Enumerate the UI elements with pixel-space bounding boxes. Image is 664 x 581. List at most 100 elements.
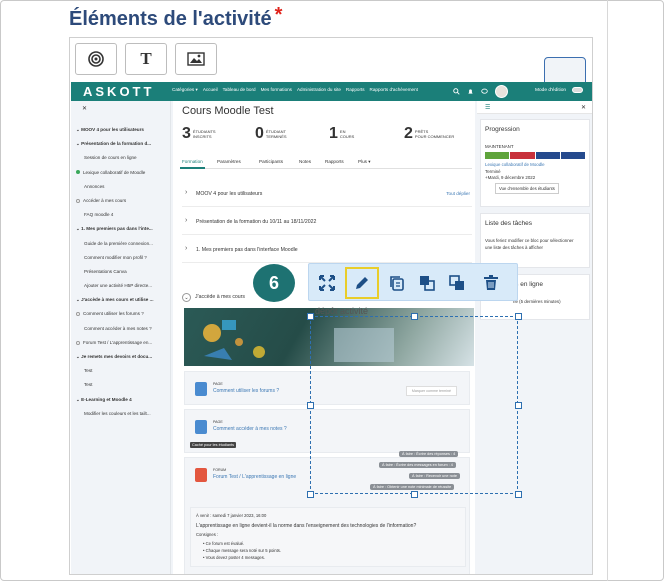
course-index-label: Comment utiliser les forums ?: [83, 311, 144, 317]
required-marker: *: [274, 4, 283, 26]
stat-label: ÉTUDIANT TERMINÉS: [266, 129, 287, 139]
resize-handle[interactable]: [515, 313, 522, 320]
image-tool-button[interactable]: [175, 43, 217, 75]
close-icon[interactable]: ✕: [581, 104, 586, 111]
tab-notes[interactable]: Notes: [299, 159, 311, 164]
course-index-item[interactable]: Accéder à mes cours: [76, 194, 170, 208]
divider: [607, 0, 608, 581]
menu-completion-reports[interactable]: Rapports d'achèvement: [370, 87, 418, 93]
edit-button[interactable]: [345, 267, 379, 299]
chevron-right-icon[interactable]: ›: [185, 245, 187, 252]
course-section[interactable]: › MOOV 4 pour les utilisateurs Tout déplie…: [182, 180, 472, 207]
activity-link[interactable]: Comment accéder à mes notes ?: [213, 426, 287, 432]
menu-home[interactable]: Accueil: [203, 87, 218, 93]
main-menu: Catégories ▾ Accueil Tableau de bord Mes…: [172, 87, 418, 93]
activity-link[interactable]: Forum Test / L'apprentissage en ligne: [213, 474, 296, 480]
menu-reports[interactable]: Rapports: [346, 87, 365, 93]
course-index-item[interactable]: Ajouter une activité H5P directe...: [76, 279, 170, 293]
nav-icons: [453, 85, 508, 98]
course-index-item[interactable]: ⌄ Présentation de la formation d...: [76, 137, 170, 151]
course-index-label: MOOV 4 pour les utilisateurs: [81, 127, 144, 132]
course-index-item[interactable]: Comment utiliser les forums ?: [76, 307, 170, 321]
menu-icon[interactable]: ☰: [485, 104, 490, 111]
forum-icon: [195, 468, 207, 482]
stat-label-line2: INSCRITS: [192, 134, 212, 139]
course-index-label: FAQ moodle 4: [84, 212, 114, 218]
course-index-item[interactable]: Guide de la première connexion...: [76, 237, 170, 251]
course-index-label: Modifier les couleurs et les tailt...: [84, 410, 151, 416]
stat-number: 2: [404, 125, 413, 142]
avatar[interactable]: [495, 85, 508, 98]
tab-plus[interactable]: Plus ▾: [358, 159, 371, 165]
tab-rapports[interactable]: Rapports: [325, 159, 344, 164]
course-index-item[interactable]: ⌄ 1. Mes premiers pas dans l'inte...: [76, 222, 170, 236]
delete-button[interactable]: [479, 264, 503, 302]
tab-parametres[interactable]: Paramètres: [217, 159, 241, 164]
overview-button[interactable]: Vue d'ensemble des étudiants: [495, 183, 559, 194]
stat-number: 3: [182, 125, 191, 142]
course-index-item[interactable]: ⌄ MOOV 4 pour les utilisateurs: [76, 123, 170, 137]
forum-bullet: • Ce forum est évalué.: [203, 541, 245, 546]
chevron-right-icon[interactable]: ›: [185, 189, 187, 196]
course-index-item[interactable]: Comment modifier mon profil ?: [76, 251, 170, 265]
menu-categories[interactable]: Catégories ▾: [172, 87, 198, 93]
resize-handle[interactable]: [411, 491, 418, 498]
block-text: Vous feriez modifier ce bloc pour sélect…: [485, 238, 574, 243]
requirement-sticker: À faire : Écrire des messages en forum :…: [379, 462, 456, 468]
tab-formation[interactable]: Formation: [180, 159, 205, 169]
course-index-item[interactable]: Comment accéder à mes notes ?: [76, 322, 170, 336]
expand-all-link[interactable]: Tout déplier: [446, 191, 470, 196]
course-index-item[interactable]: Session de cours en ligne: [76, 151, 170, 165]
course-index-label: Forum Test / L'apprentissage en...: [83, 339, 153, 345]
date-label: +Mardi, 9 décembre 2022: [485, 175, 536, 180]
menu-dashboard[interactable]: Tableau de bord: [223, 87, 256, 93]
stat-label-line2: COURS: [339, 134, 355, 139]
duplicate-button[interactable]: [385, 264, 409, 302]
resize-handle[interactable]: [307, 491, 314, 498]
activity-link[interactable]: Comment utiliser les forums ?: [213, 388, 279, 394]
course-index-item[interactable]: ⌄ E-Learning et Moodle 4: [76, 393, 170, 407]
edit-mode-toggle[interactable]: [572, 87, 583, 93]
resize-handle[interactable]: [307, 402, 314, 409]
resize-button[interactable]: [315, 264, 339, 302]
course-index-item[interactable]: Test: [76, 364, 170, 378]
course-index-item[interactable]: Lexique collaboratif de Moodle: [76, 166, 170, 180]
tab-participants[interactable]: Participants: [259, 159, 283, 164]
forum-bullet-text: Chaque message sera noté sur 5 points.: [205, 548, 282, 553]
menu-my-courses[interactable]: Mes formations: [261, 87, 292, 93]
chevron-down-icon[interactable]: ⌄: [182, 293, 191, 302]
course-index-item[interactable]: FAQ moodle 4: [76, 208, 170, 222]
resize-handle[interactable]: [411, 313, 418, 320]
activity-type: FORUM: [213, 468, 227, 472]
hotspot-tool-button[interactable]: [75, 43, 117, 75]
resize-handle[interactable]: [515, 402, 522, 409]
forum-description: À venir : samedi 7 janvier 2023, 16:00 L…: [190, 507, 466, 567]
resize-handle[interactable]: [515, 491, 522, 498]
course-tabs: Formation Paramètres Participants Notes …: [180, 157, 472, 169]
chat-icon[interactable]: [481, 88, 488, 95]
course-index-label: Comment modifier mon profil ?: [84, 254, 147, 260]
course-section[interactable]: › 1. Mes premiers pas dans l'interface Mo…: [182, 236, 472, 263]
bell-icon[interactable]: [467, 88, 474, 95]
course-section[interactable]: › Présentation de la formation du 10/11 a…: [182, 208, 472, 235]
course-index-label: Guide de la première connexion...: [84, 240, 153, 246]
course-index-item[interactable]: Présentations Canva: [76, 265, 170, 279]
course-index-item[interactable]: Forum Test / L'apprentissage en...: [76, 336, 170, 350]
chevron-right-icon[interactable]: ›: [185, 217, 187, 224]
close-icon[interactable]: ✕: [82, 105, 87, 112]
course-index-item[interactable]: Annonces: [76, 180, 170, 194]
menu-site-admin[interactable]: Administration du site: [297, 87, 341, 93]
course-index-item[interactable]: Test: [76, 378, 170, 392]
send-backward-button[interactable]: [445, 264, 469, 302]
activity-link[interactable]: Lexique collaboratif de Moodle: [485, 162, 545, 167]
course-index-item[interactable]: ⌄ J'accède à mes cours et utilise ...: [76, 293, 170, 307]
resize-handle[interactable]: [307, 313, 314, 320]
bring-forward-button[interactable]: [415, 264, 439, 302]
course-index-item[interactable]: ⌄ Je remets mes devoirs et docu...: [76, 350, 170, 364]
course-index-item[interactable]: Modifier les couleurs et les tailt...: [76, 407, 170, 421]
search-icon[interactable]: [453, 88, 460, 95]
forum-bullet-text: Ce forum est évalué.: [205, 541, 245, 546]
stat-number: 0: [255, 125, 264, 142]
text-tool-button[interactable]: T: [125, 43, 167, 75]
image-icon: [187, 52, 205, 66]
